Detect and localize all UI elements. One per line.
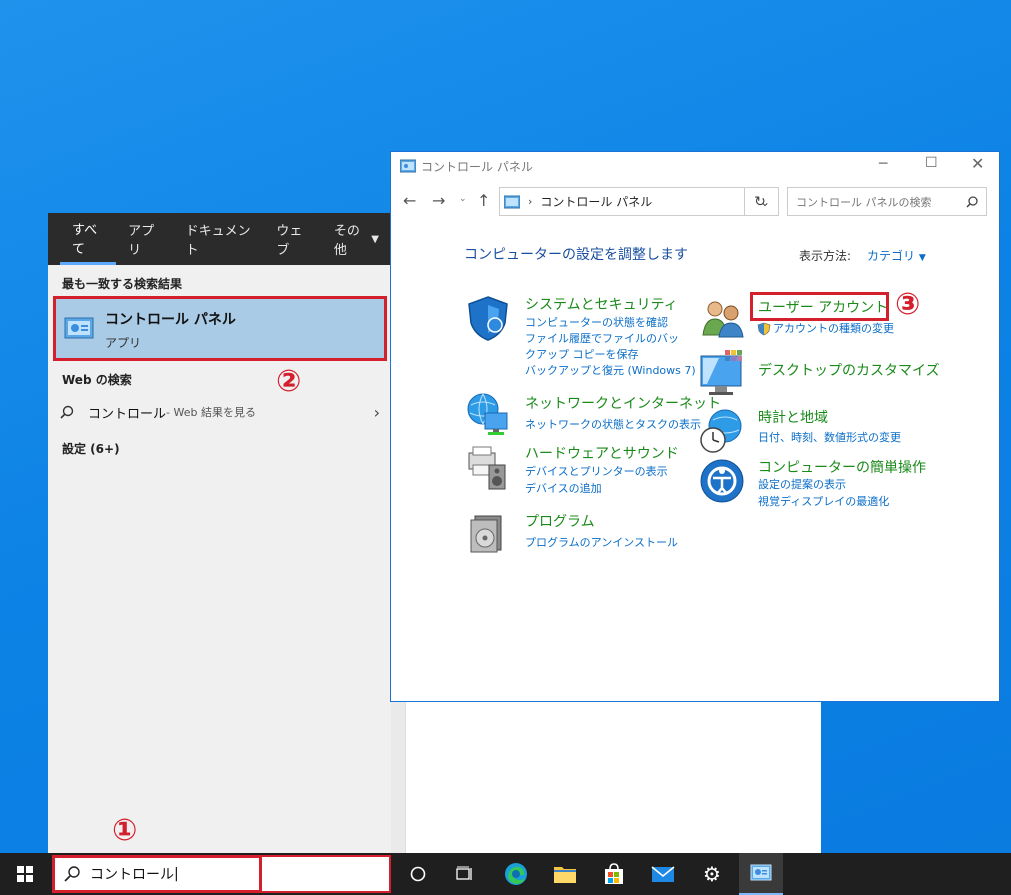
- microsoft-store-icon[interactable]: [592, 853, 636, 895]
- windows-start-icon[interactable]: [0, 853, 50, 895]
- category-system-security[interactable]: システムとセキュリティ: [525, 294, 678, 314]
- tab-more[interactable]: その他 ▼: [322, 213, 391, 265]
- search-placeholder: コントロール パネルの検索: [796, 195, 932, 209]
- maximize-button[interactable]: ☐: [925, 155, 938, 171]
- preview-pane: [405, 698, 821, 853]
- address-control-panel-icon: [504, 195, 520, 209]
- category-ease-of-access[interactable]: コンピューターの簡単操作: [758, 457, 926, 477]
- web-result-item[interactable]: コントロール - Web 結果を見る ›: [60, 400, 380, 424]
- tab-all[interactable]: すべて: [59, 213, 117, 265]
- web-search-heading: Web の検索: [62, 373, 132, 387]
- tab-web[interactable]: ウェブ: [264, 213, 321, 265]
- tab-more-label: その他: [333, 224, 360, 258]
- chevron-down-icon: ▼: [371, 233, 379, 245]
- category-desktop-customize[interactable]: デスクトップのカスタマイズ: [758, 360, 940, 380]
- address-bar[interactable]: › コントロール パネル ⌄: [499, 187, 779, 216]
- category-network[interactable]: ネットワークとインターネット: [525, 393, 721, 413]
- breadcrumb-separator-icon: ›: [528, 195, 533, 208]
- annotation-three: ③: [895, 287, 921, 322]
- view-by-label: 表示方法:: [799, 249, 852, 263]
- best-match-item[interactable]: コントロール パネル アプリ: [53, 296, 387, 361]
- control-panel-window: コントロール パネル ─ ☐ ✕ ← → ⌄ ↑ › コントロール パネル ⌄ …: [390, 151, 1000, 702]
- category-programs[interactable]: プログラム: [525, 511, 595, 531]
- link-change-account-type[interactable]: アカウントの種類の変更: [773, 321, 894, 337]
- link-add-device[interactable]: デバイスの追加: [525, 481, 602, 497]
- up-arrow-icon[interactable]: ↑: [477, 191, 490, 210]
- link-optimize-display[interactable]: 視覚ディスプレイの最適化: [758, 494, 889, 510]
- search-highlight: [52, 855, 262, 893]
- best-match-heading: 最も一致する検索結果: [62, 277, 183, 291]
- file-explorer-icon[interactable]: [543, 853, 587, 895]
- control-panel-window-icon: [400, 159, 416, 173]
- window-title: コントロール パネル: [421, 160, 533, 174]
- search-icon: [966, 195, 978, 208]
- printer-speaker-icon: [465, 445, 511, 491]
- chevron-right-icon: ›: [373, 402, 380, 422]
- link-date-time-format[interactable]: 日付、時刻、数値形式の変更: [758, 430, 901, 446]
- edge-browser-icon[interactable]: [494, 853, 538, 895]
- desktop-customize-icon: [699, 350, 747, 396]
- category-hardware-sound[interactable]: ハードウェアとサウンド: [525, 443, 679, 463]
- web-result-suffix: - Web 結果を見る: [166, 406, 256, 419]
- annotation-one: ①: [112, 813, 138, 848]
- address-text: コントロール パネル: [540, 195, 653, 209]
- taskbar-control-panel-icon[interactable]: [739, 853, 783, 895]
- network-globe-icon: [465, 391, 511, 437]
- tab-documents[interactable]: ドキュメント: [174, 213, 265, 265]
- programs-icon: [469, 510, 509, 554]
- link-check-status[interactable]: コンピューターの状態を確認: [525, 315, 668, 331]
- tab-apps[interactable]: アプリ: [116, 213, 173, 265]
- view-by-dropdown[interactable]: カテゴリ ▼: [867, 247, 926, 264]
- chevron-down-icon: ▼: [918, 253, 926, 263]
- shield-icon: [465, 295, 511, 341]
- refresh-icon[interactable]: ↻: [744, 187, 775, 216]
- view-by-value: カテゴリ: [867, 249, 916, 263]
- task-view-icon[interactable]: [445, 853, 485, 895]
- category-clock-region[interactable]: 時計と地域: [758, 407, 828, 427]
- control-panel-search-input[interactable]: コントロール パネルの検索: [787, 187, 987, 216]
- minimize-button[interactable]: ─: [879, 156, 887, 172]
- annotation-two: ②: [276, 364, 302, 399]
- control-panel-app-icon: [64, 316, 94, 342]
- clock-globe-icon: [699, 408, 745, 454]
- search-icon: [60, 405, 78, 419]
- uac-shield-icon: [757, 322, 771, 336]
- forward-arrow-icon[interactable]: →: [432, 191, 445, 210]
- back-arrow-icon[interactable]: ←: [403, 191, 416, 210]
- settings-gear-icon[interactable]: ⚙: [690, 853, 734, 895]
- link-backup-restore[interactable]: バックアップと復元 (Windows 7): [525, 363, 696, 379]
- web-result-text: コントロール: [88, 406, 167, 422]
- best-match-title: コントロール パネル: [105, 312, 236, 328]
- ease-of-access-icon: [699, 458, 745, 504]
- recent-chevron-icon[interactable]: ⌄: [459, 194, 467, 204]
- page-heading: コンピューターの設定を調整します: [464, 247, 688, 263]
- link-network-status[interactable]: ネットワークの状態とタスクの表示: [525, 417, 701, 433]
- link-devices-printers[interactable]: デバイスとプリンターの表示: [525, 464, 668, 480]
- user-accounts-icon: [701, 299, 745, 339]
- link-file-history[interactable]: ファイル履歴でファイルのバックアップ コピーを保存: [525, 331, 685, 363]
- link-uninstall-program[interactable]: プログラムのアンインストール: [525, 535, 678, 551]
- search-filter-tabs: すべて アプリ ドキュメント ウェブ その他 ▼: [48, 213, 391, 265]
- mail-icon[interactable]: [641, 853, 685, 895]
- close-button[interactable]: ✕: [971, 154, 984, 173]
- cortana-icon[interactable]: [398, 853, 438, 895]
- settings-results[interactable]: 設定 (6+): [62, 440, 120, 457]
- best-match-subtitle: アプリ: [105, 336, 142, 350]
- preview-divider: [391, 698, 405, 853]
- category-user-accounts[interactable]: ユーザー アカウント: [758, 297, 888, 317]
- link-suggested-settings[interactable]: 設定の提案の表示: [758, 477, 846, 493]
